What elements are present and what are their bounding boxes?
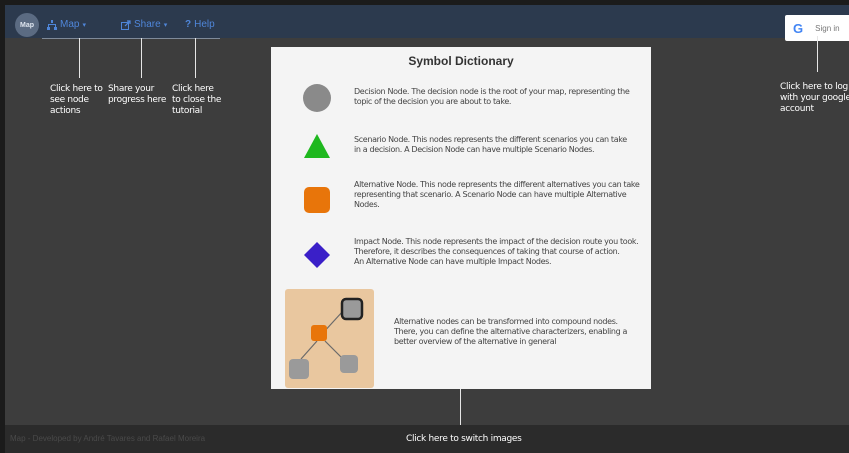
tip-line-text: to close the [172, 95, 222, 105]
description-line: Decision Node. The decision node is the … [354, 87, 630, 96]
description-line: representing that scenario. A Scenario N… [354, 190, 627, 199]
tip-help: Click here to close the tutorial [172, 84, 221, 117]
tip-line-signin [817, 36, 818, 72]
tip-share: Share your progress here [108, 84, 166, 106]
tip-signin: Click here to log in with your google ac… [780, 82, 849, 115]
description-line: Impact Node. This node represents the im… [354, 237, 639, 246]
tip-line-text: account [780, 104, 814, 114]
signin-label: Sign in [815, 23, 840, 33]
impact-node-icon [304, 242, 330, 268]
description-line: Alternative Node. This node represents t… [354, 180, 640, 189]
tip-node-actions: Click here to see node actions [50, 84, 103, 117]
tip-line-text: Click here [172, 84, 214, 94]
app-logo[interactable]: Map [15, 13, 39, 37]
tip-line-text: Click here to log in [780, 82, 849, 92]
top-navbar: Map Map ▾ Share ▾ ? Help G Sign in [5, 5, 849, 41]
map-menu-label: Map [60, 19, 80, 30]
description-line: topic of the decision you are about to t… [354, 97, 512, 106]
compound-node-description: Alternative nodes can be transformed int… [394, 317, 634, 347]
scenario-node-icon [304, 134, 330, 158]
tip-line-text: see node [50, 95, 89, 105]
tip-line-text: actions [50, 106, 81, 116]
description-line: An Alternative Node can have multiple Im… [354, 257, 552, 266]
map-menu[interactable]: Map ▾ [47, 19, 86, 30]
tip-line-node-actions [79, 38, 80, 78]
compound-node-icon [289, 297, 364, 379]
description-line: Alternative nodes can be transformed int… [394, 317, 618, 326]
tip-line-share [141, 38, 142, 78]
alternative-node-icon [304, 187, 330, 213]
tip-line-text: Click here to [50, 84, 103, 94]
decision-node-icon [303, 84, 331, 112]
nav-underline [42, 38, 220, 39]
question-icon: ? [185, 19, 192, 30]
share-icon [121, 19, 131, 30]
sitemap-icon [47, 19, 57, 30]
description-line: better overview of the alternative in ge… [394, 337, 557, 346]
caret-down-icon: ▾ [163, 21, 168, 29]
help-label: Help [194, 19, 215, 30]
scenario-node-description: Scenario Node. This nodes represents the… [354, 135, 644, 155]
description-line: Nodes. [354, 200, 380, 209]
description-line: Scenario Node. This nodes represents the… [354, 135, 627, 144]
description-line: Therefore, it describes the consequences… [354, 247, 620, 256]
decision-node-description: Decision Node. The decision node is the … [354, 87, 644, 107]
share-menu[interactable]: Share ▾ [121, 19, 167, 30]
footer-credit: Map - Developed by André Tavares and Raf… [10, 434, 206, 443]
caret-down-icon: ▾ [82, 21, 86, 29]
tip-line-text: tutorial [172, 106, 203, 116]
alternative-node-description: Alternative Node. This node represents t… [354, 180, 644, 210]
tip-line-switch-images [460, 389, 461, 425]
google-icon: G [793, 20, 804, 36]
tip-line-help [195, 38, 196, 78]
help-button[interactable]: ? Help [185, 19, 215, 30]
switch-images-button[interactable]: Click here to switch images [406, 434, 522, 444]
symbol-dictionary-panel[interactable]: Symbol Dictionary Decision Node. The dec… [271, 47, 651, 389]
description-line: There, you can define the alternative ch… [394, 327, 628, 336]
compound-node-illustration [285, 289, 374, 388]
panel-title: Symbol Dictionary [408, 54, 514, 68]
tip-line-text: Share your [108, 84, 155, 94]
tip-line-text: progress here [108, 95, 167, 105]
tip-line-text: with your google [780, 93, 849, 103]
description-line: in a decision. A Decision Node can have … [354, 145, 595, 154]
share-menu-label: Share [134, 19, 161, 30]
impact-node-description: Impact Node. This node represents the im… [354, 237, 644, 267]
